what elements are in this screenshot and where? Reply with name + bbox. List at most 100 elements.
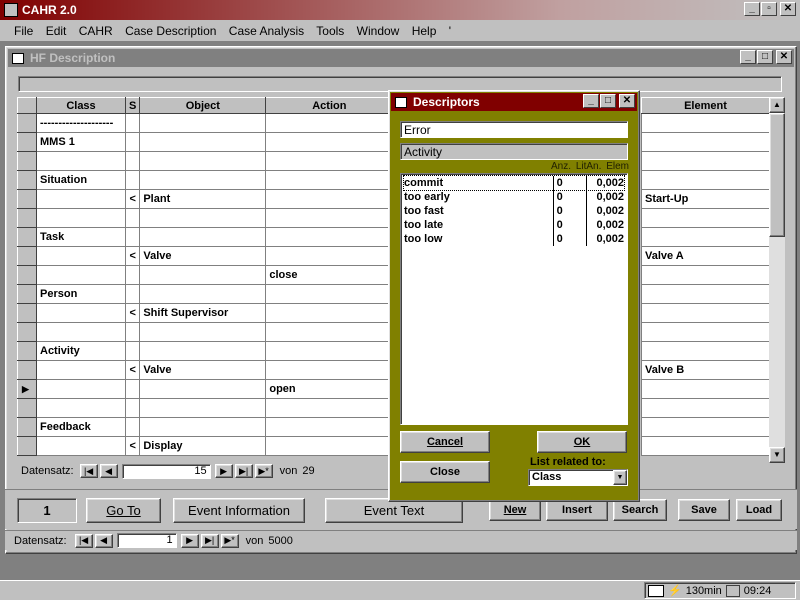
minimize-button[interactable]: _: [744, 2, 760, 16]
main-prev-record-button[interactable]: ◀: [94, 533, 113, 548]
prev-record-button[interactable]: ◀: [99, 464, 118, 478]
cell-action[interactable]: [265, 189, 394, 209]
child-close-button[interactable]: ✕: [776, 50, 792, 64]
load-button[interactable]: Load: [736, 499, 782, 521]
row-selector[interactable]: [17, 360, 37, 380]
table-row[interactable]: [641, 398, 770, 418]
cell-object[interactable]: [139, 113, 267, 133]
table-row[interactable]: Situation: [17, 170, 394, 190]
row-selector[interactable]: ▶: [17, 379, 37, 399]
chevron-down-icon[interactable]: ▼: [613, 470, 627, 485]
cell-object[interactable]: Valve: [139, 360, 267, 380]
cell-object[interactable]: [139, 284, 267, 304]
cell-class[interactable]: [36, 189, 126, 209]
table-row[interactable]: [641, 265, 770, 285]
cell-class[interactable]: [36, 265, 126, 285]
cell-class[interactable]: [36, 436, 126, 456]
column-header-action[interactable]: Action: [265, 97, 394, 114]
cell-element[interactable]: [641, 341, 770, 361]
cell-object[interactable]: Plant: [139, 189, 267, 209]
row-selector[interactable]: [17, 284, 37, 304]
cell-class[interactable]: Task: [36, 227, 126, 247]
table-row[interactable]: [641, 113, 770, 133]
cell-action[interactable]: [265, 360, 394, 380]
ok-button[interactable]: OK: [537, 431, 627, 453]
cell-action[interactable]: [265, 322, 394, 342]
grid-scrollbar[interactable]: ▲ ▼: [769, 97, 785, 463]
cell-element[interactable]: [641, 379, 770, 399]
dialog-close-button[interactable]: ✕: [619, 94, 635, 108]
cell-element[interactable]: Valve B: [641, 360, 770, 380]
cell-object[interactable]: Shift Supervisor: [139, 303, 267, 323]
cell-s[interactable]: [124, 170, 141, 190]
cell-action[interactable]: [265, 132, 394, 152]
menu-edit[interactable]: Edit: [46, 24, 67, 38]
row-selector[interactable]: [17, 303, 37, 323]
child-maximize-button[interactable]: □: [757, 50, 773, 64]
cell-s[interactable]: [124, 379, 141, 399]
cell-s[interactable]: <: [124, 246, 141, 266]
column-header-element[interactable]: Element: [641, 97, 770, 114]
descriptor-field-error[interactable]: Error: [400, 121, 628, 138]
list-item[interactable]: too early 0 0,002: [404, 190, 624, 204]
cell-action[interactable]: [265, 436, 394, 456]
table-row[interactable]: Valve B: [641, 360, 770, 380]
pc-card-icon[interactable]: [648, 584, 664, 597]
cell-element[interactable]: Valve A: [641, 246, 770, 266]
dialog-maximize-button[interactable]: □: [600, 94, 616, 108]
table-row[interactable]: Task: [17, 227, 394, 247]
scroll-down-arrow[interactable]: ▼: [769, 447, 785, 463]
cell-action[interactable]: [265, 246, 394, 266]
cell-s[interactable]: [124, 132, 141, 152]
cell-action[interactable]: [265, 113, 394, 133]
cell-class[interactable]: [36, 246, 126, 266]
table-row[interactable]: [641, 341, 770, 361]
cell-action[interactable]: [265, 398, 394, 418]
cell-class[interactable]: [36, 303, 126, 323]
table-row[interactable]: [641, 379, 770, 399]
menu-window[interactable]: Window: [357, 24, 400, 38]
cell-class[interactable]: Situation: [36, 170, 126, 190]
table-row[interactable]: < Display: [17, 436, 394, 456]
table-row[interactable]: Start-Up: [641, 189, 770, 209]
cell-class[interactable]: [36, 322, 126, 342]
scroll-thumb[interactable]: [769, 113, 785, 237]
cell-object[interactable]: [139, 170, 267, 190]
list-related-select[interactable]: Class ▼: [528, 469, 628, 486]
cell-action[interactable]: [265, 303, 394, 323]
table-row[interactable]: [641, 132, 770, 152]
descriptor-list[interactable]: commit 0 0,002 too early 0 0,002 too fast 0 0,00…: [400, 173, 628, 425]
list-item[interactable]: too fast 0 0,002: [404, 204, 624, 218]
table-row[interactable]: [641, 436, 770, 456]
next-record-button[interactable]: ▶: [214, 464, 233, 478]
cell-element[interactable]: [641, 227, 770, 247]
cell-s[interactable]: [124, 341, 141, 361]
table-row[interactable]: [641, 227, 770, 247]
table-row[interactable]: [17, 398, 394, 418]
column-header-class[interactable]: Class: [36, 97, 126, 114]
row-selector[interactable]: [17, 322, 37, 342]
main-next-record-button[interactable]: ▶: [180, 533, 199, 548]
cell-element[interactable]: [641, 132, 770, 152]
cell-s[interactable]: [124, 322, 141, 342]
cell-object[interactable]: [139, 417, 267, 437]
menu-tools[interactable]: Tools: [316, 24, 344, 38]
cell-s[interactable]: <: [124, 303, 141, 323]
cell-class[interactable]: Feedback: [36, 417, 126, 437]
list-item[interactable]: too low 0 0,002: [404, 232, 624, 246]
cell-element[interactable]: [641, 436, 770, 456]
new-record-button[interactable]: ▶*: [254, 464, 273, 478]
cell-element[interactable]: [641, 417, 770, 437]
table-row[interactable]: --------------------: [17, 113, 394, 133]
column-header-s[interactable]: S: [124, 97, 141, 114]
first-record-button[interactable]: |◀: [79, 464, 98, 478]
cell-class[interactable]: [36, 379, 126, 399]
scheduler-icon[interactable]: [725, 584, 740, 597]
row-selector[interactable]: [17, 417, 37, 437]
cell-object[interactable]: [139, 341, 267, 361]
cell-class[interactable]: Person: [36, 284, 126, 304]
descriptor-field-activity[interactable]: Activity: [400, 143, 628, 160]
row-selector[interactable]: [17, 246, 37, 266]
cell-object[interactable]: [139, 398, 267, 418]
row-selector[interactable]: [17, 208, 37, 228]
